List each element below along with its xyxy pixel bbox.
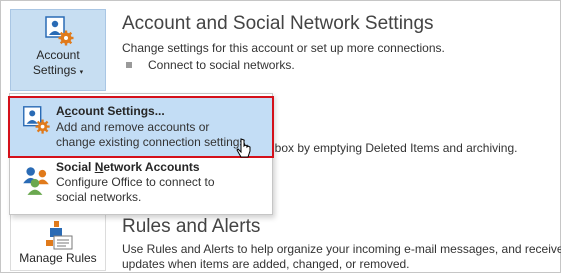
manage-rules-icon: [46, 221, 73, 250]
social-network-accounts-icon: [23, 167, 49, 195]
bullet-icon: [126, 62, 132, 68]
account-settings-label-line2: Settings ▾: [32, 63, 84, 77]
connect-social-networks-link[interactable]: Connect to social networks.: [148, 58, 295, 72]
menu-item-description: Configure Office to connect to social ne…: [56, 175, 215, 204]
account-settings-label-line1: Account: [36, 48, 80, 62]
cleanup-description: lbox by emptying Deleted Items and archi…: [272, 141, 518, 155]
account-section-title: Account and Social Network Settings: [122, 13, 434, 34]
account-section-description: Change settings for this account or set …: [122, 41, 445, 55]
account-settings-dropdown: Account Settings... Add and remove accou…: [8, 93, 274, 215]
dropdown-arrow-icon: ▾: [79, 69, 84, 76]
account-settings-button[interactable]: Account Settings ▾: [10, 9, 106, 91]
rules-description-line1: Use Rules and Alerts to help organize yo…: [122, 242, 561, 256]
menu-item-title: Social Network Accounts: [56, 160, 200, 174]
mouse-cursor-icon: [236, 138, 251, 158]
account-settings-icon: [45, 16, 74, 46]
menu-item-title: Account Settings...: [56, 104, 165, 118]
manage-rules-button[interactable]: Manage Rules: [10, 213, 106, 271]
manage-rules-label: Manage Rules: [19, 251, 97, 265]
rules-description-line2: updates when items are added, changed, o…: [122, 257, 410, 271]
menu-item-social-network-accounts[interactable]: Social Network Accounts Configure Office…: [10, 158, 272, 220]
menu-item-description: Add and remove accounts or change existi…: [56, 120, 249, 149]
menu-item-account-settings[interactable]: Account Settings... Add and remove accou…: [8, 96, 274, 158]
account-settings-icon: [23, 106, 50, 134]
